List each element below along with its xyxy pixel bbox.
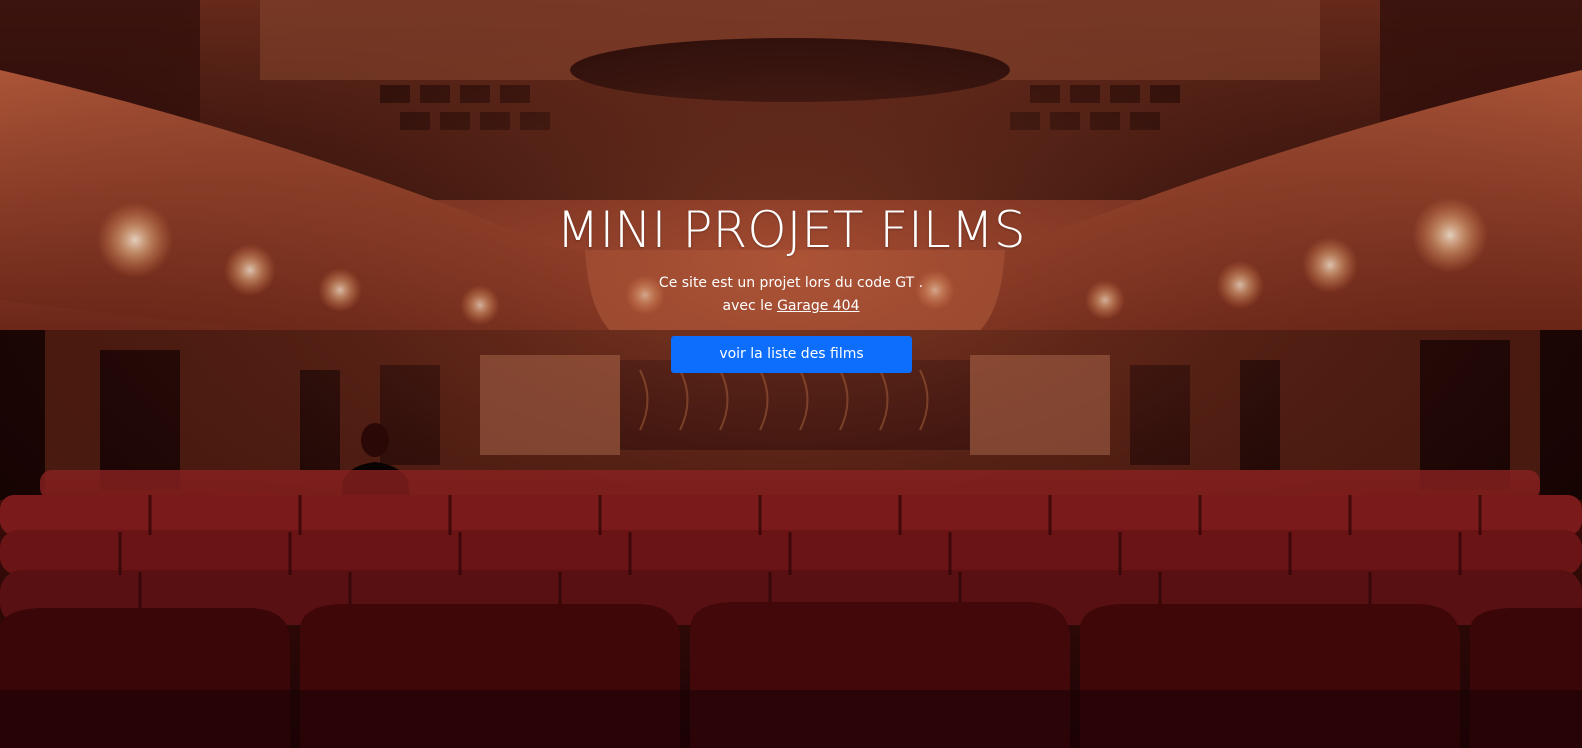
garage-404-link[interactable]: Garage 404: [777, 298, 859, 314]
hero-section: MINI PROJET FILMS Ce site est un projet …: [0, 0, 1582, 748]
description-line-1: Ce site est un projet lors du code GT .: [658, 275, 924, 291]
hero-description: Ce site est un projet lors du code GT . …: [0, 272, 1582, 318]
page-title: MINI PROJET FILMS: [556, 201, 1026, 259]
view-films-list-button[interactable]: voir la liste des films: [671, 336, 912, 373]
cinema-background-image: [0, 0, 1582, 748]
description-line-2-prefix: avec le: [722, 298, 778, 314]
